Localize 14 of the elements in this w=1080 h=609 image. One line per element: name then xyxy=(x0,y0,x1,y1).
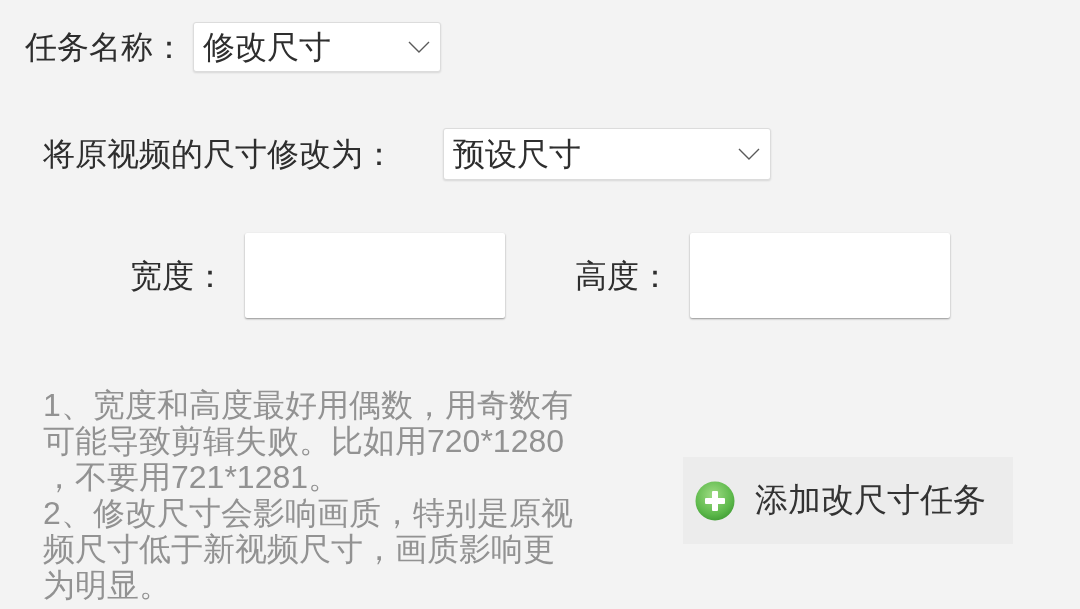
dropdown[interactable]: 预设尺寸 xyxy=(443,128,771,180)
add-task-button[interactable]: 添加改尺寸任务 xyxy=(683,457,1013,544)
chevron-down-icon xyxy=(408,41,430,53)
field-label: 任务名称： xyxy=(25,27,185,67)
plus-circle-icon xyxy=(695,480,735,521)
field-label: 宽度： xyxy=(130,255,226,296)
input-field[interactable] xyxy=(690,233,950,318)
dropdown[interactable]: 修改尺寸 xyxy=(193,22,441,72)
field-label: 高度： xyxy=(575,255,671,296)
field-label: 将原视频的尺寸修改为： xyxy=(43,134,395,174)
hint-text: 2、修改尺寸会影响画质，特别是原视频尺寸低于新视频尺寸，画质影响更为明显。 xyxy=(43,495,574,603)
chevron-down-icon xyxy=(738,148,760,160)
hint-text: 1、宽度和高度最好用偶数，用奇数有可能导致剪辑失败。比如用720*1280，不要用721*1281。 xyxy=(43,387,574,495)
input-field[interactable] xyxy=(245,233,505,318)
